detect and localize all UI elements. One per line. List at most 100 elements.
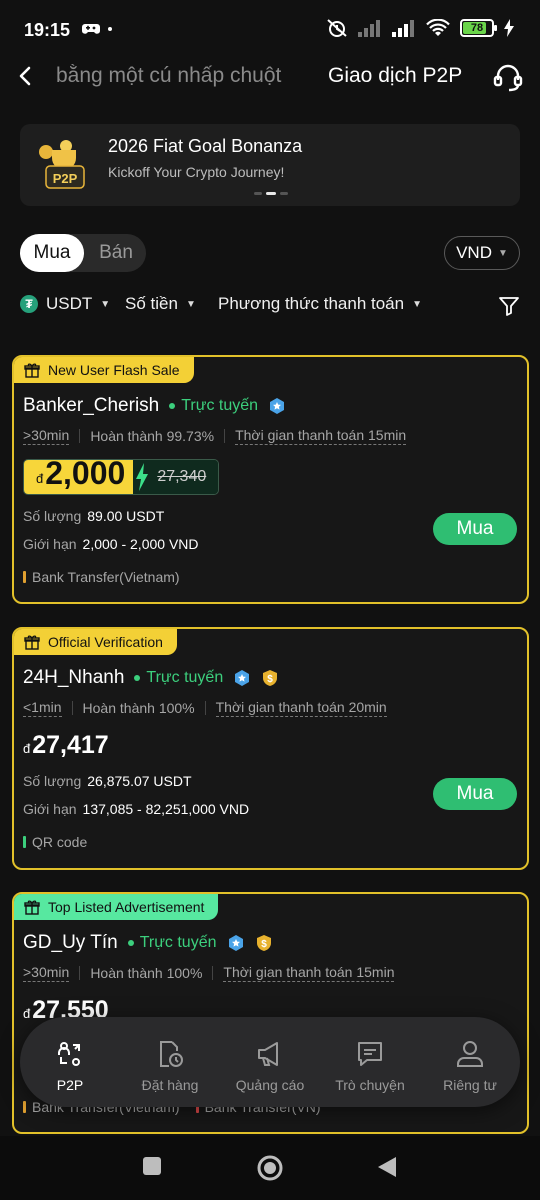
merchant-row: GD_Uy Tín Trực tuyến $ bbox=[23, 932, 273, 954]
customer-support-icon[interactable] bbox=[492, 62, 524, 94]
buy-button[interactable]: Mua bbox=[433, 778, 517, 810]
ad-card-1[interactable]: New User Flash Sale Banker_Cherish Trực … bbox=[12, 355, 529, 604]
limit-label: Giới hạn bbox=[23, 801, 77, 817]
limit-value: 2,000 - 2,000 VND bbox=[82, 536, 199, 552]
nav-label: Riêng tư bbox=[443, 1077, 497, 1093]
banner-pagination bbox=[254, 192, 288, 195]
tether-icon: ₮ bbox=[20, 295, 38, 313]
trophy-p2p-icon: P2P bbox=[39, 140, 85, 189]
flash-price-box: đ 2,000 27,340 bbox=[23, 459, 220, 495]
merchant-row: 24H_Nhanh Trực tuyến $ bbox=[23, 667, 279, 689]
amount-filter[interactable]: Số tiền ▼ bbox=[125, 294, 196, 314]
merchant-name[interactable]: 24H_Nhanh bbox=[23, 667, 124, 689]
asset-filter-label: USDT bbox=[46, 294, 93, 313]
currency-symbol: đ bbox=[23, 1006, 31, 1021]
system-navigation-bar bbox=[0, 1136, 540, 1200]
verified-star-badge-icon bbox=[228, 935, 243, 951]
quantity-value: 26,875.07 USDT bbox=[87, 773, 192, 789]
status-system-icons: 78 bbox=[326, 18, 514, 38]
page-title: Giao dịch P2P bbox=[328, 64, 463, 87]
pagination-dot bbox=[280, 192, 288, 195]
banner-title: 2026 Fiat Goal Bonanza bbox=[108, 136, 303, 156]
online-status-label: Trực tuyến bbox=[139, 934, 217, 951]
merchant-name[interactable]: GD_Uy Tín bbox=[23, 932, 118, 954]
response-time: >30min bbox=[23, 427, 70, 445]
ad-tag: New User Flash Sale bbox=[14, 357, 194, 383]
ad-tag-label: Official Verification bbox=[48, 634, 163, 650]
original-price: 27,340 bbox=[151, 460, 219, 494]
limit-line: Giới hạn 137,085 - 82,251,000 VND bbox=[23, 801, 249, 817]
status-bar: 19:15 78 bbox=[0, 0, 540, 60]
funnel-filter-icon[interactable] bbox=[498, 295, 520, 317]
ad-tag-label: Top Listed Advertisement bbox=[48, 899, 205, 915]
verified-star-badge-icon bbox=[235, 670, 250, 686]
nav-label: P2P bbox=[56, 1077, 84, 1093]
fiat-currency-select[interactable]: VND ▼ bbox=[444, 236, 520, 270]
ad-price: 2,000 bbox=[45, 459, 126, 491]
caret-down-icon: ▼ bbox=[100, 298, 111, 310]
payment-methods: QR code bbox=[23, 834, 87, 850]
payment-filter-label: Phương thức thanh toán bbox=[218, 294, 405, 313]
limit-label: Giới hạn bbox=[23, 536, 77, 552]
promo-banner[interactable]: P2P 2026 Fiat Goal Bonanza Kickoff Your … bbox=[20, 124, 520, 206]
back-arrow-icon[interactable] bbox=[14, 62, 38, 90]
pagination-dot-active bbox=[266, 192, 276, 195]
fiat-currency-value: VND bbox=[456, 243, 492, 262]
pagination-dot bbox=[254, 192, 262, 195]
sell-tab[interactable]: Bán bbox=[86, 234, 146, 272]
payment-methods: Bank Transfer(Vietnam) bbox=[23, 569, 180, 585]
nav-orders[interactable]: Đặt hàng bbox=[120, 1039, 220, 1093]
response-time: >30min bbox=[23, 964, 70, 982]
nav-p2p[interactable]: P2P bbox=[20, 1039, 120, 1093]
asset-filter[interactable]: ₮ USDT ▼ bbox=[20, 294, 110, 314]
ad-tag-label: New User Flash Sale bbox=[48, 362, 180, 378]
currency-symbol: đ bbox=[36, 471, 44, 486]
payment-time: Thời gian thanh toán 15min bbox=[235, 427, 407, 445]
merchant-name[interactable]: Banker_Cherish bbox=[23, 395, 159, 417]
nav-label: Quảng cáo bbox=[235, 1077, 305, 1093]
signal-1-icon bbox=[358, 20, 380, 37]
gift-icon bbox=[24, 900, 40, 915]
merchant-stats: >30min Hoàn thành 100% Thời gian thanh t… bbox=[23, 964, 395, 982]
online-dot-icon bbox=[134, 675, 141, 681]
ad-tag: Top Listed Advertisement bbox=[14, 894, 219, 920]
ad-price: 27,417 bbox=[32, 731, 109, 759]
recents-square-icon[interactable] bbox=[142, 1156, 162, 1176]
battery-level: 78 bbox=[470, 22, 484, 34]
online-status: Trực tuyến bbox=[169, 397, 258, 415]
buy-button[interactable]: Mua bbox=[433, 513, 517, 545]
gift-icon bbox=[24, 635, 40, 650]
payment-method: QR code bbox=[32, 834, 88, 850]
payment-color-bar bbox=[23, 836, 26, 848]
payment-method: Bank Transfer(Vietnam) bbox=[32, 569, 180, 585]
home-circle-icon[interactable] bbox=[256, 1154, 284, 1182]
battery-indicator: 78 bbox=[460, 19, 497, 37]
quantity-label: Số lượng bbox=[23, 773, 82, 789]
mute-alarm-icon bbox=[327, 19, 347, 37]
back-triangle-icon[interactable] bbox=[376, 1156, 398, 1178]
payment-color-bar bbox=[23, 571, 26, 583]
megaphone-icon bbox=[258, 1042, 278, 1066]
limit-value: 137,085 - 82,251,000 VND bbox=[82, 801, 250, 817]
deposit-shield-badge-icon: $ bbox=[256, 935, 271, 951]
quantity-line: Số lượng 89.00 USDT bbox=[23, 508, 164, 524]
caret-down-icon: ▼ bbox=[185, 298, 196, 310]
caret-down-icon: ▼ bbox=[412, 298, 422, 310]
status-notification-icons bbox=[82, 21, 112, 37]
nav-profile[interactable]: Riêng tư bbox=[420, 1039, 520, 1093]
nav-chat[interactable]: Trò chuyện bbox=[320, 1039, 420, 1093]
payment-method-filter[interactable]: Phương thức thanh toán ▼ bbox=[218, 294, 422, 314]
quantity-value: 89.00 USDT bbox=[87, 508, 165, 524]
lightning-icon bbox=[133, 460, 152, 494]
ad-card-2[interactable]: Official Verification 24H_Nhanh Trực tuy… bbox=[12, 627, 529, 870]
chat-icon bbox=[358, 1042, 382, 1066]
buy-tab[interactable]: Mua bbox=[20, 234, 84, 272]
quantity-label: Số lượng bbox=[23, 508, 82, 524]
response-time: <1min bbox=[23, 699, 62, 717]
top-app-bar: bằng một cú nhấp chuột Giao dịch P2P bbox=[0, 52, 540, 102]
online-status: Trực tuyến bbox=[134, 669, 223, 687]
banner-art-label: P2P bbox=[53, 171, 78, 186]
nav-ads[interactable]: Quảng cáo bbox=[220, 1039, 320, 1093]
user-icon bbox=[457, 1041, 483, 1067]
gift-icon bbox=[24, 363, 40, 378]
